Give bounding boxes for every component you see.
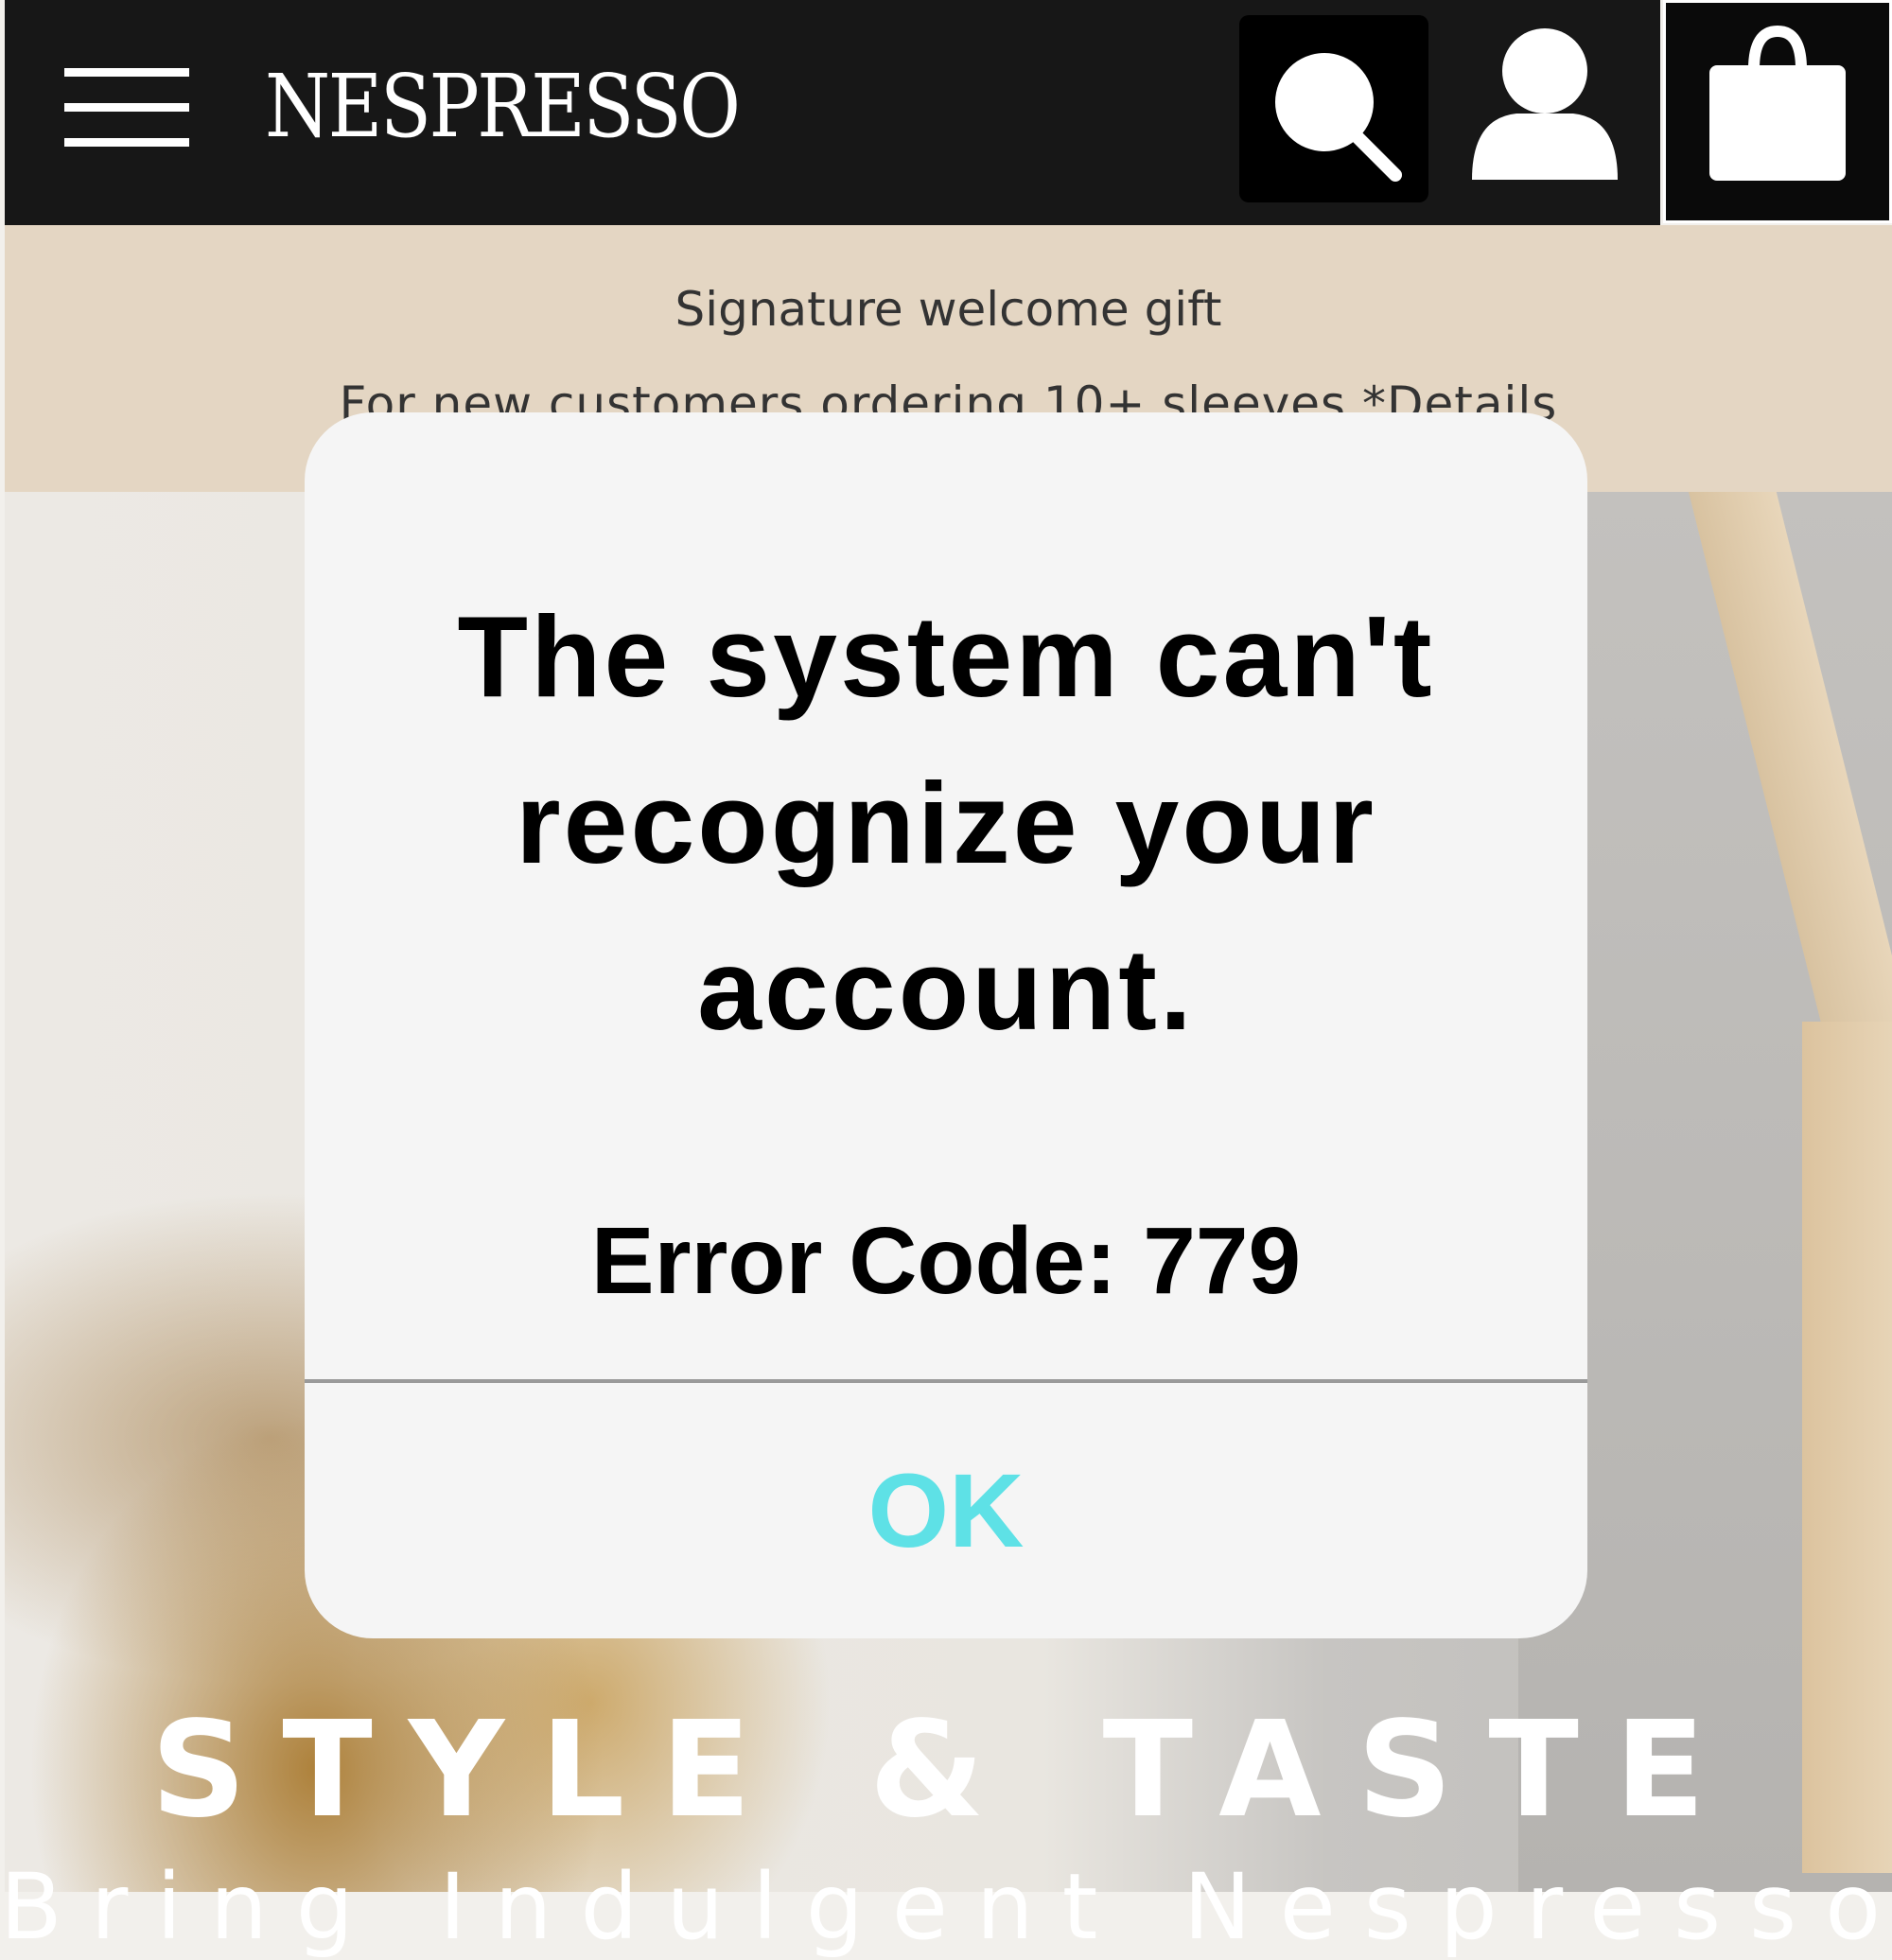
shopping-bag-icon[interactable] — [1663, 0, 1892, 223]
nespresso-logo[interactable]: NESPRESSO — [265, 55, 741, 159]
search-icon[interactable] — [1239, 15, 1428, 202]
hamburger-menu-icon[interactable] — [64, 68, 189, 148]
error-message: The system can't recognize your account. — [457, 592, 1435, 1054]
ok-button[interactable]: OK — [305, 1383, 1587, 1638]
hero-title: STYLE & TASTE — [150, 1693, 1742, 1847]
user-icon[interactable] — [1464, 19, 1625, 184]
error-code: Error Code: 779 — [590, 1208, 1302, 1314]
top-navigation-bar: NESPRESSO — [5, 0, 1660, 225]
error-dialog: The system can't recognize your account.… — [305, 412, 1587, 1638]
promo-headline: Signature welcome gift — [674, 282, 1222, 337]
hero-subtitle: Bring Indulgent Nespresso — [0, 1854, 1892, 1960]
